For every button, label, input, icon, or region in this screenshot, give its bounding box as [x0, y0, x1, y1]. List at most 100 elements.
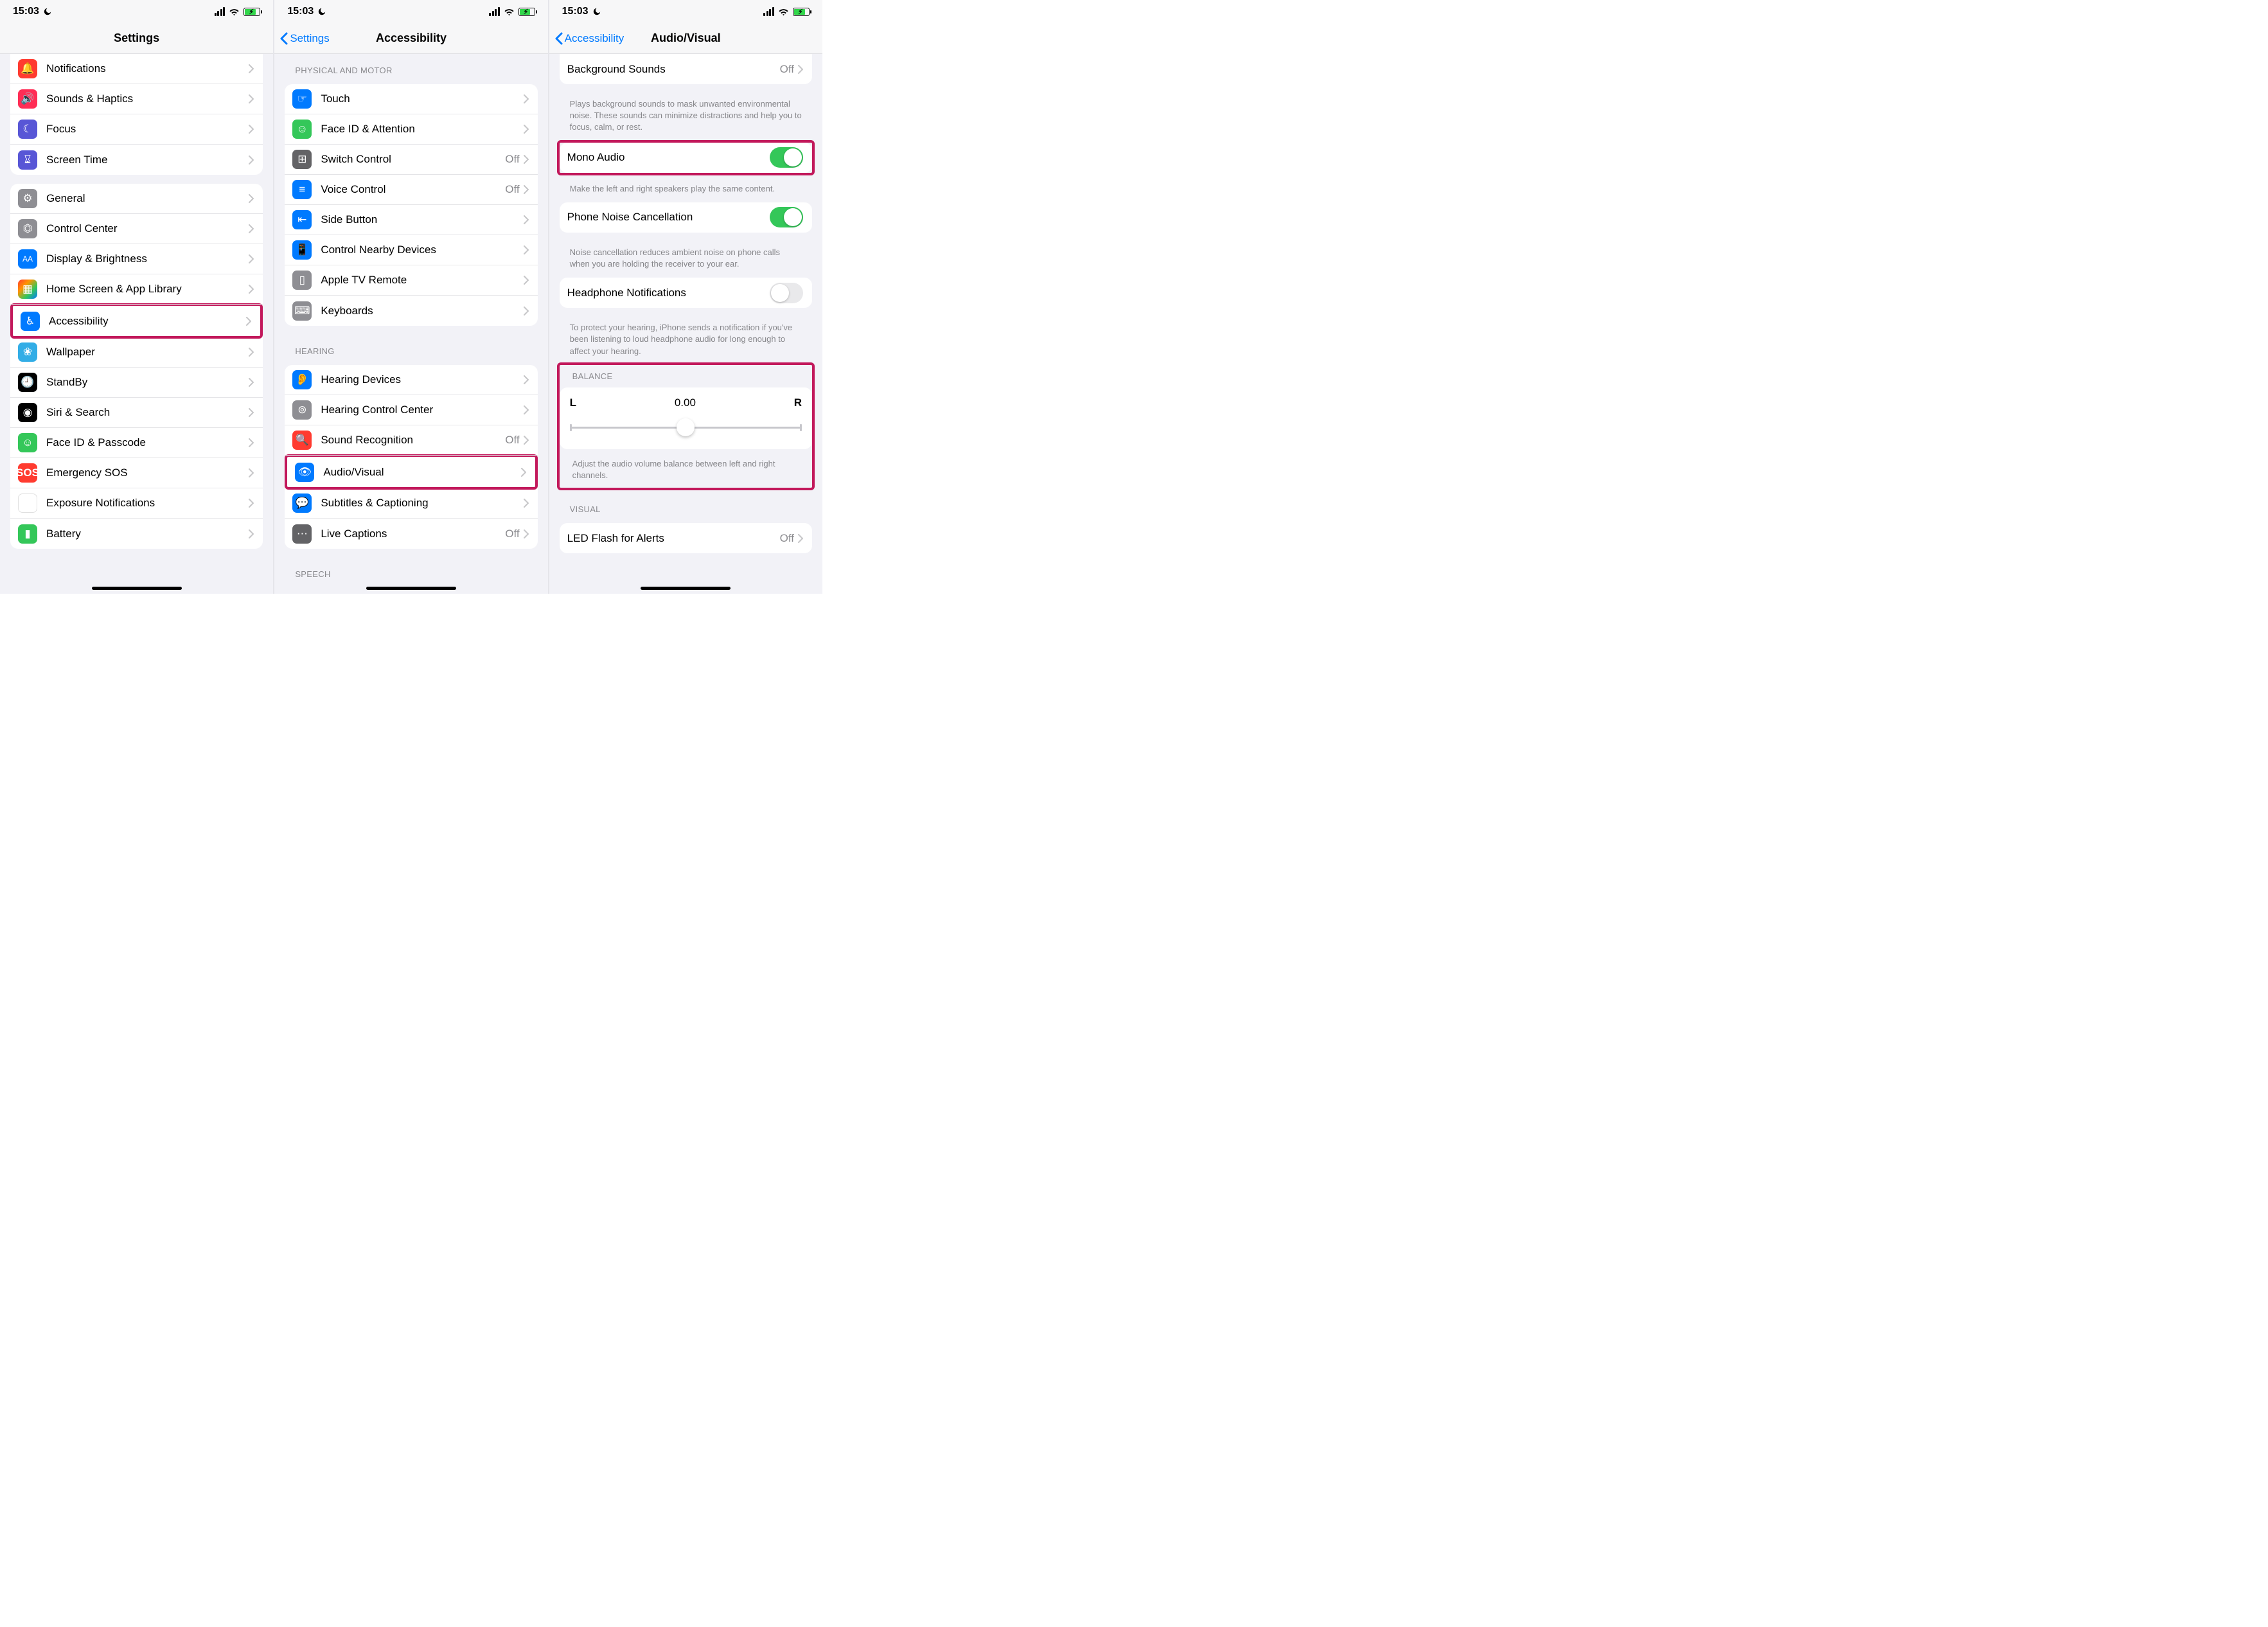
chevron-right-icon — [524, 215, 529, 224]
list-row[interactable]: ☺︎Face ID & Attention — [285, 114, 537, 145]
mono-audio-row[interactable]: Mono Audio — [560, 143, 812, 173]
list-row[interactable]: 🕘StandBy — [10, 368, 263, 398]
list-row[interactable]: ❀Wallpaper — [10, 337, 263, 368]
accessibility-icon: ♿︎ — [21, 312, 40, 331]
balance-left-label: L — [570, 396, 576, 409]
row-label: StandBy — [46, 376, 249, 389]
list-row[interactable]: ≡Voice ControlOff — [285, 175, 537, 205]
balance-header: Balance — [560, 365, 812, 385]
subtitles-icon: 💬 — [292, 493, 312, 513]
row-label: Hearing Devices — [321, 373, 523, 386]
visual-header: Visual — [549, 493, 822, 518]
noise-cancellation-footer: Noise cancellation reduces ambient noise… — [549, 242, 822, 272]
hourglass-icon: ⌛︎ — [18, 150, 37, 170]
chevron-right-icon — [524, 94, 529, 103]
row-label: Home Screen & App Library — [46, 283, 249, 296]
led-flash-row[interactable]: LED Flash for Alerts Off — [560, 523, 812, 553]
background-sounds-row[interactable]: Background Sounds Off — [560, 54, 812, 84]
accessibility-screen: 15:03 ⚡︎ Settings Accessibility Physical… — [274, 0, 549, 594]
list-row[interactable]: ⌨︎Keyboards — [285, 296, 537, 326]
headphone-notifications-toggle[interactable] — [770, 283, 803, 303]
row-label: Side Button — [321, 213, 523, 226]
row-label: Phone Noise Cancellation — [567, 211, 770, 224]
back-button[interactable]: Accessibility — [554, 32, 625, 45]
row-label: Screen Time — [46, 154, 249, 166]
list-row[interactable]: ♿︎Accessibility — [13, 306, 260, 336]
home-indicator[interactable] — [92, 587, 182, 590]
chevron-right-icon — [249, 156, 254, 164]
list-row[interactable]: ⋯Live CaptionsOff — [285, 519, 537, 549]
list-row[interactable]: ☾Focus — [10, 114, 263, 145]
home-indicator[interactable] — [641, 587, 731, 590]
chevron-right-icon — [249, 285, 254, 294]
mono-audio-toggle[interactable] — [770, 147, 803, 168]
list-row[interactable]: ▯Apple TV Remote — [285, 265, 537, 296]
list-row[interactable]: AADisplay & Brightness — [10, 244, 263, 274]
balance-right-label: R — [794, 396, 802, 409]
list-row[interactable]: ▦Home Screen & App Library — [10, 274, 263, 305]
list-row[interactable]: ⇤ Side Button — [285, 205, 537, 235]
chevron-right-icon — [249, 94, 254, 103]
noise-cancellation-row[interactable]: Phone Noise Cancellation — [560, 202, 812, 233]
text-size-icon: AA — [18, 249, 37, 269]
chevron-right-icon — [249, 468, 254, 477]
balance-slider[interactable] — [570, 418, 802, 436]
list-row[interactable]: 📱Control Nearby Devices — [285, 235, 537, 265]
row-label: Audio/Visual — [323, 466, 520, 479]
row-value: Off — [505, 434, 519, 447]
audio-visual-icon: 👁 — [295, 463, 314, 482]
list-row[interactable]: 🔍Sound RecognitionOff — [285, 425, 537, 456]
back-button[interactable]: Settings — [279, 32, 329, 45]
status-time: 15:03 — [287, 6, 314, 17]
list-row[interactable]: 💬Subtitles & Captioning — [285, 488, 537, 519]
status-bar: 15:03 ⚡︎ — [0, 0, 273, 23]
list-row[interactable]: 🔔Notifications — [10, 54, 263, 84]
chevron-right-icon — [249, 125, 254, 134]
balance-footer: Adjust the audio volume balance between … — [560, 453, 812, 488]
list-row[interactable]: 🔊Sounds & Haptics — [10, 84, 263, 114]
background-sounds-footer: Plays background sounds to mask unwanted… — [549, 93, 822, 136]
list-row[interactable]: ⚙︎General — [10, 184, 263, 214]
chevron-right-icon — [249, 254, 254, 263]
row-label: Hearing Control Center — [321, 404, 523, 416]
list-row[interactable]: ◉Siri & Search — [10, 398, 263, 428]
dnd-moon-icon — [592, 7, 601, 16]
side-button-icon: ⇤ — [292, 210, 312, 229]
chevron-right-icon — [249, 64, 254, 73]
list-row[interactable]: ☺︎Face ID & Passcode — [10, 428, 263, 458]
chevron-right-icon — [249, 408, 254, 417]
home-indicator[interactable] — [366, 587, 456, 590]
dnd-moon-icon — [317, 7, 326, 16]
chevron-right-icon — [524, 245, 529, 254]
row-label: Notifications — [46, 62, 249, 75]
row-value: Off — [505, 528, 519, 540]
list-row[interactable]: 👂Hearing Devices — [285, 365, 537, 395]
section-header: Speech — [274, 558, 547, 583]
list-row[interactable]: ⊚Hearing Control Center — [285, 395, 537, 425]
chevron-right-icon — [521, 468, 526, 477]
nav-header: Accessibility Audio/Visual — [549, 23, 822, 54]
list-row[interactable]: 👁 Audio/Visual — [287, 457, 535, 487]
list-row[interactable]: ⊞Switch ControlOff — [285, 145, 537, 175]
list-row[interactable]: ⌛︎ Screen Time — [10, 145, 263, 175]
row-value: Off — [780, 63, 794, 76]
row-value: Off — [780, 532, 794, 545]
chevron-right-icon — [524, 405, 529, 414]
list-row[interactable]: ☞Touch — [285, 84, 537, 114]
list-row[interactable]: ☀︎Exposure Notifications — [10, 488, 263, 519]
nav-header: Settings Accessibility — [274, 23, 547, 54]
row-label: Control Nearby Devices — [321, 244, 523, 256]
chevron-right-icon — [246, 317, 251, 326]
row-label: Keyboards — [321, 305, 523, 317]
noise-cancellation-toggle[interactable] — [770, 207, 803, 227]
balance-highlight: Balance L 0.00 R Adjust the audio volume… — [557, 362, 815, 490]
list-row[interactable]: ⏣Control Center — [10, 214, 263, 244]
chevron-right-icon — [249, 194, 254, 203]
battery-icon: ⚡︎ — [518, 8, 535, 16]
mono-audio-highlight: Mono Audio — [557, 140, 815, 175]
status-bar: 15:03 ⚡︎ — [274, 0, 547, 23]
headphone-notifications-row[interactable]: Headphone Notifications — [560, 278, 812, 308]
list-row[interactable]: SOSEmergency SOS — [10, 458, 263, 488]
list-row[interactable]: ▮Battery — [10, 519, 263, 549]
gear-icon: ⚙︎ — [18, 189, 37, 208]
